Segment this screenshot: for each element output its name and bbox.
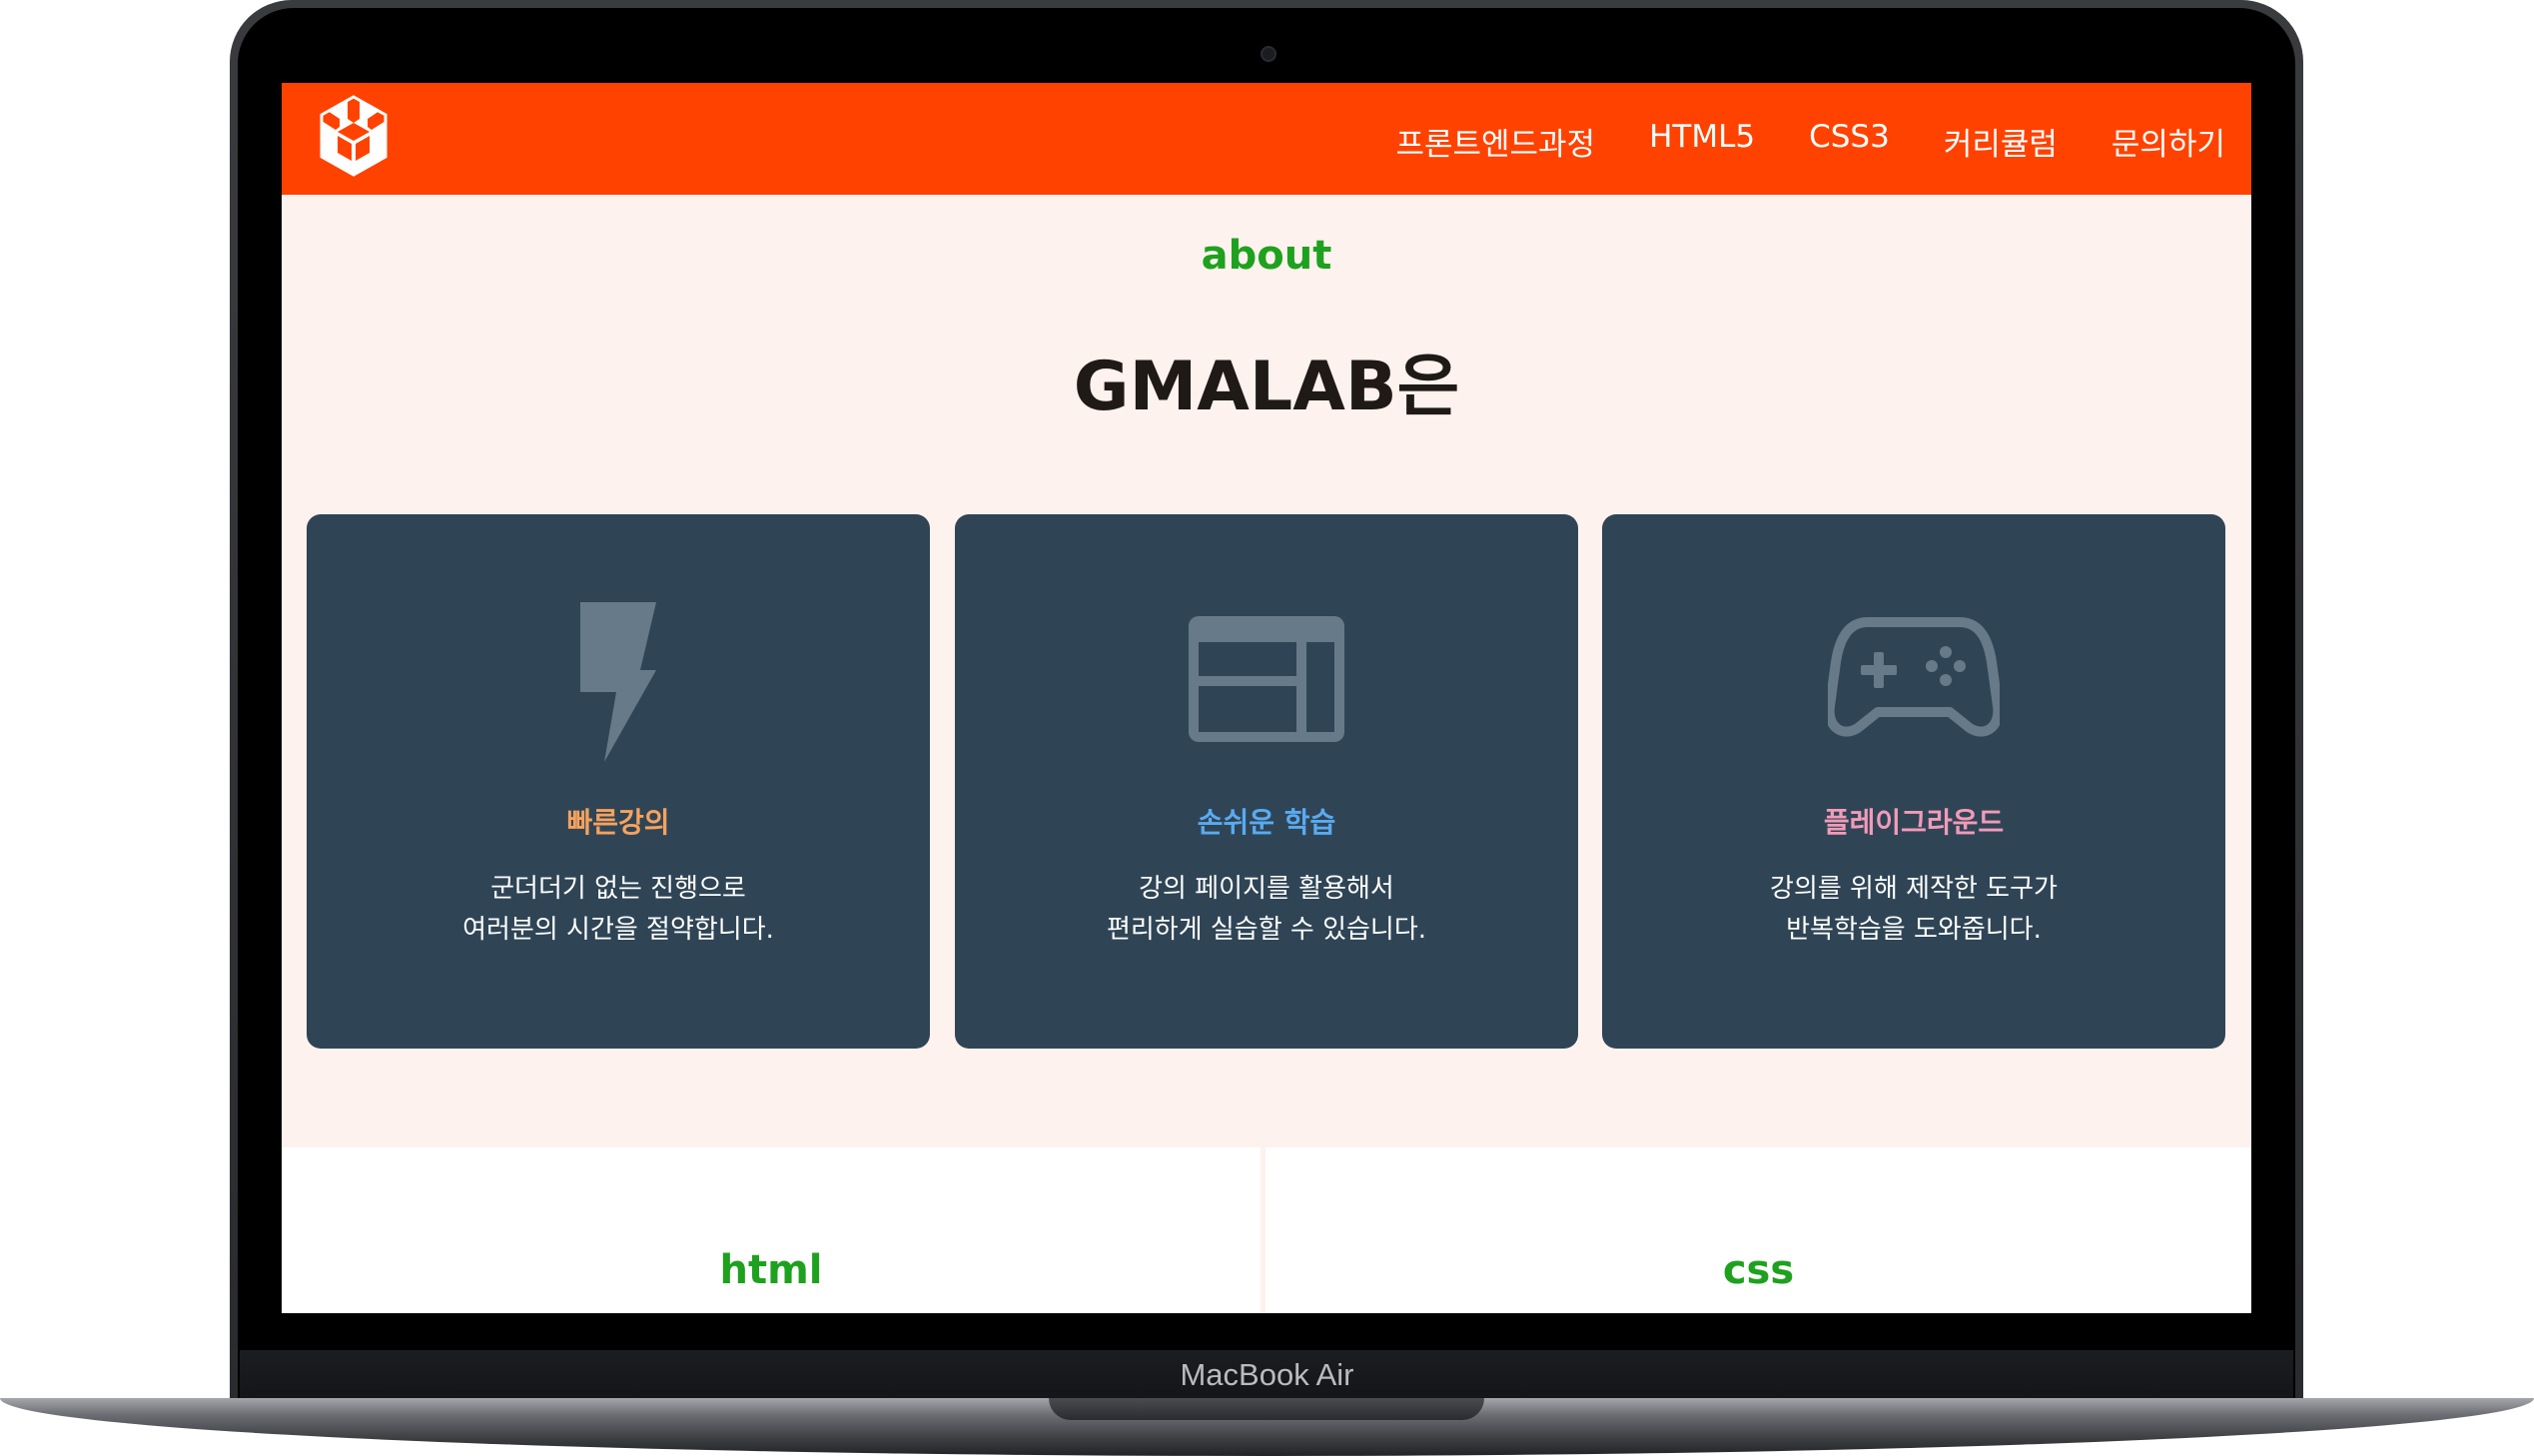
card-description: 강의 페이지를 활용해서 편리하게 실습할 수 있습니다. [955, 869, 1578, 951]
css-section-label: css [1722, 1247, 1795, 1293]
gamepad-icon [1828, 617, 2000, 737]
card-desc-line: 편리하게 실습할 수 있습니다. [1106, 915, 1427, 945]
card-description: 군더더기 없는 진행으로 여러분의 시간을 절약합니다. [307, 869, 930, 951]
card-title: 플레이그라운드 [1823, 806, 2005, 839]
card-desc-line: 강의 페이지를 활용해서 [1139, 874, 1394, 904]
html-section: html [282, 1147, 1261, 1313]
about-label: about [1201, 233, 1332, 279]
nav-item-curriculum[interactable]: 커리큘럼 [1944, 119, 2058, 164]
camera-icon [1261, 46, 1276, 62]
card-title: 빠른강의 [566, 806, 670, 839]
device-label: MacBook Air [1180, 1357, 1354, 1392]
html-section-label: html [719, 1247, 823, 1293]
logo-cube-icon[interactable] [314, 93, 394, 179]
feature-card-fast: 빠른강의 군더더기 없는 진행으로 여러분의 시간을 절약합니다. [307, 514, 930, 1049]
browser-window-icon [1189, 616, 1344, 742]
card-desc-line: 반복학습을 도와줍니다. [1786, 915, 2042, 945]
laptop-notch [1049, 1398, 1484, 1420]
css-section: css [1266, 1147, 2251, 1313]
nav-item-frontend[interactable]: 프론트엔드과정 [1395, 119, 1595, 164]
feature-card-easy: 손쉬운 학습 강의 페이지를 활용해서 편리하게 실습할 수 있습니다. [955, 514, 1578, 1049]
card-desc-line: 군더더기 없는 진행으로 [490, 874, 746, 904]
page-title: GMALAB은 [1073, 348, 1460, 426]
nav-item-html5[interactable]: HTML5 [1649, 119, 1755, 164]
nav-item-css3[interactable]: CSS3 [1809, 119, 1890, 164]
browser-screen: 프론트엔드과정 HTML5 CSS3 커리큘럼 문의하기 about GMALA… [282, 83, 2251, 1313]
nav-menu: 프론트엔드과정 HTML5 CSS3 커리큘럼 문의하기 [1395, 119, 2225, 164]
feature-card-playground: 플레이그라운드 강의를 위해 제작한 도구가 반복학습을 도와줍니다. [1602, 514, 2225, 1049]
card-description: 강의를 위해 제작한 도구가 반복학습을 도와줍니다. [1602, 869, 2225, 951]
lightning-icon [580, 602, 656, 762]
card-desc-line: 여러분의 시간을 절약합니다. [462, 915, 774, 945]
card-title: 손쉬운 학습 [1197, 806, 1336, 839]
nav-item-contact[interactable]: 문의하기 [2112, 119, 2225, 164]
navbar: 프론트엔드과정 HTML5 CSS3 커리큘럼 문의하기 [282, 83, 2251, 195]
card-desc-line: 강의를 위해 제작한 도구가 [1770, 874, 2058, 904]
